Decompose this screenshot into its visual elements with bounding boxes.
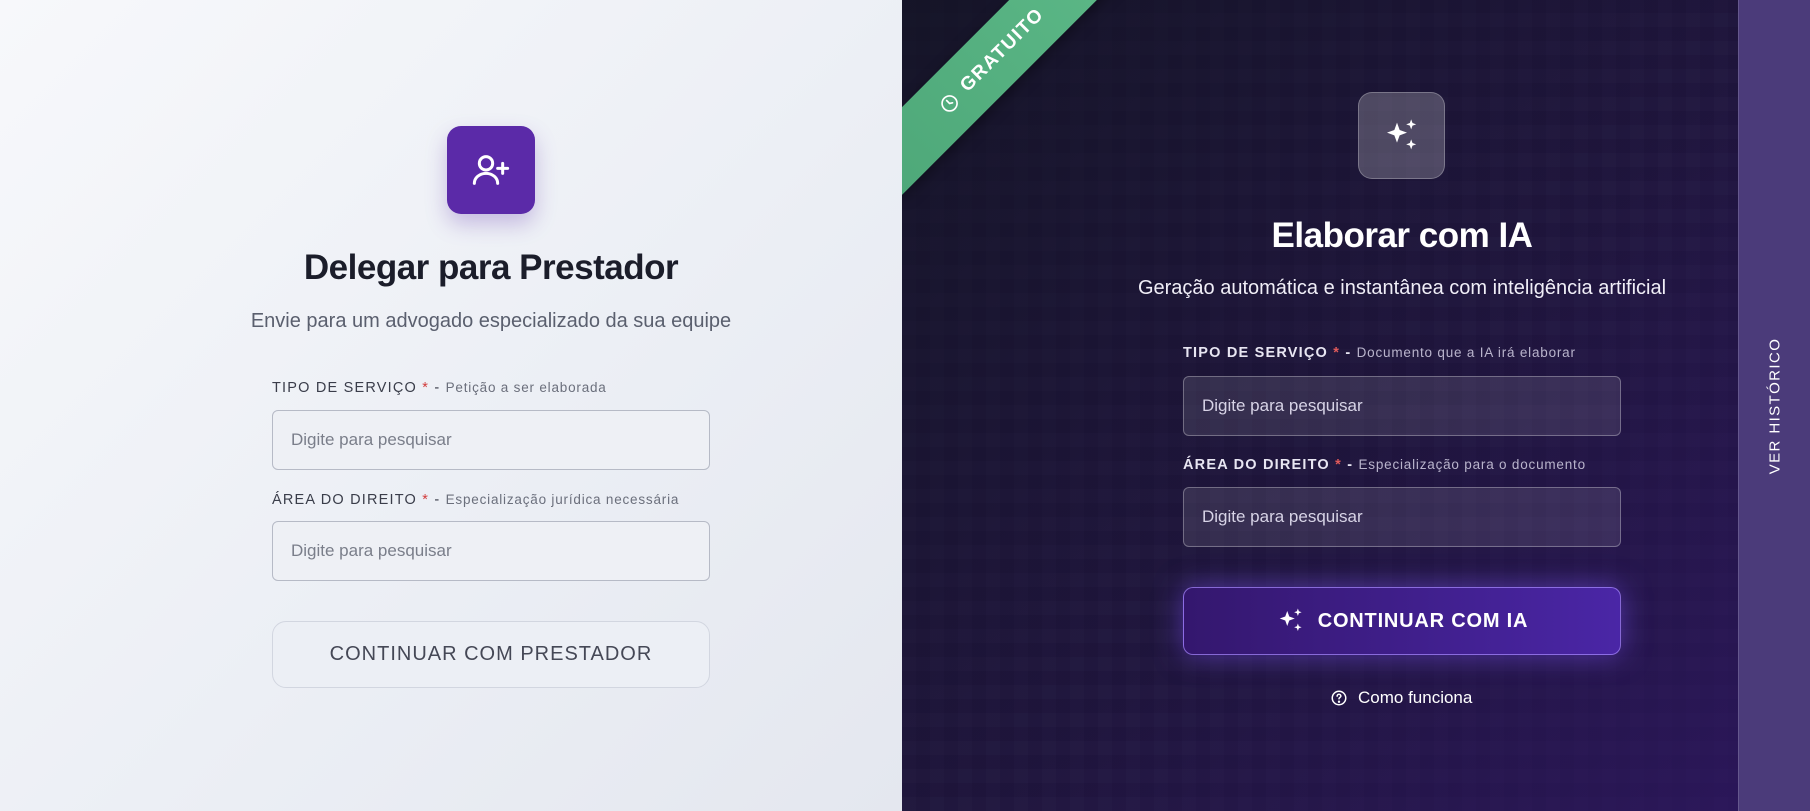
view-history-label: VER HISTÓRICO xyxy=(1766,337,1784,475)
law-area-description: Especialização jurídica necessária xyxy=(445,492,680,507)
required-mark: * xyxy=(422,492,430,508)
question-circle-icon xyxy=(1331,690,1347,706)
service-type-label-text: TIPO DE SERVIÇO xyxy=(272,380,418,396)
sparkles-icon xyxy=(1386,118,1416,149)
law-area-placeholder: Digite para pesquisar xyxy=(291,541,452,560)
law-area-label-text: ÁREA DO DIREITO xyxy=(272,492,418,508)
ai-title: Elaborar com IA xyxy=(1271,216,1533,255)
required-mark: * xyxy=(1333,345,1341,361)
continue-with-provider-button[interactable]: CONTINUAR COM PRESTADOR xyxy=(272,621,710,688)
ai-subtitle: Geração automática e instantânea com int… xyxy=(1137,277,1667,299)
how-it-works-link[interactable]: Como funciona xyxy=(1330,688,1472,708)
continue-with-ai-button[interactable]: CONTINUAR COM IA xyxy=(1183,587,1621,655)
service-type-label: TIPO DE SERVIÇO * - Petição a ser elabor… xyxy=(272,380,607,396)
ai-service-type-input[interactable]: Digite para pesquisar xyxy=(1183,376,1621,436)
free-badge: GRATUITO xyxy=(902,0,1128,197)
service-type-placeholder: Digite para pesquisar xyxy=(291,430,452,449)
delegate-subtitle: Envie para um advogado especializado da … xyxy=(250,310,732,332)
ai-service-type-placeholder: Digite para pesquisar xyxy=(1202,396,1363,415)
label-separator: - xyxy=(1345,345,1352,361)
label-separator: - xyxy=(1347,457,1354,473)
continue-with-ai-label: CONTINUAR COM IA xyxy=(1317,609,1529,632)
service-type-input[interactable]: Digite para pesquisar xyxy=(272,410,710,470)
clock-icon xyxy=(941,94,959,112)
law-area-label: ÁREA DO DIREITO * - Especialização juríd… xyxy=(272,492,679,508)
label-separator: - xyxy=(434,380,441,396)
sparkles-tile xyxy=(1358,92,1445,179)
label-separator: - xyxy=(434,492,441,508)
how-it-works-label: Como funciona xyxy=(1358,688,1473,707)
required-mark: * xyxy=(1335,457,1342,473)
free-badge-label: GRATUITO xyxy=(956,3,1049,97)
sparkles-icon xyxy=(1279,608,1302,631)
ai-service-type-label: TIPO DE SERVIÇO * - Documento que a IA i… xyxy=(1183,345,1576,361)
ai-law-area-placeholder: Digite para pesquisar xyxy=(1202,507,1363,526)
ai-law-area-input[interactable]: Digite para pesquisar xyxy=(1183,487,1621,547)
service-type-description: Petição a ser elaborada xyxy=(445,380,607,395)
ai-law-area-description: Especialização para o documento xyxy=(1358,457,1586,472)
delegate-title: Delegar para Prestador xyxy=(303,248,679,287)
ai-law-area-label-text: ÁREA DO DIREITO xyxy=(1183,457,1330,473)
ai-law-area-label: ÁREA DO DIREITO * - Especialização para … xyxy=(1183,457,1586,473)
ai-service-type-description: Documento que a IA irá elaborar xyxy=(1356,345,1576,360)
ai-panel: GRATUITO Elaborar com IA Geração automát… xyxy=(902,0,1738,811)
law-area-input[interactable]: Digite para pesquisar xyxy=(272,521,710,581)
required-mark: * xyxy=(422,380,430,396)
user-plus-icon xyxy=(472,155,510,185)
delegate-panel: Delegar para Prestador Envie para um adv… xyxy=(0,0,902,811)
user-plus-tile xyxy=(447,126,535,214)
history-rail[interactable]: VER HISTÓRICO xyxy=(1738,0,1810,811)
ai-service-type-label-text: TIPO DE SERVIÇO xyxy=(1183,345,1329,361)
